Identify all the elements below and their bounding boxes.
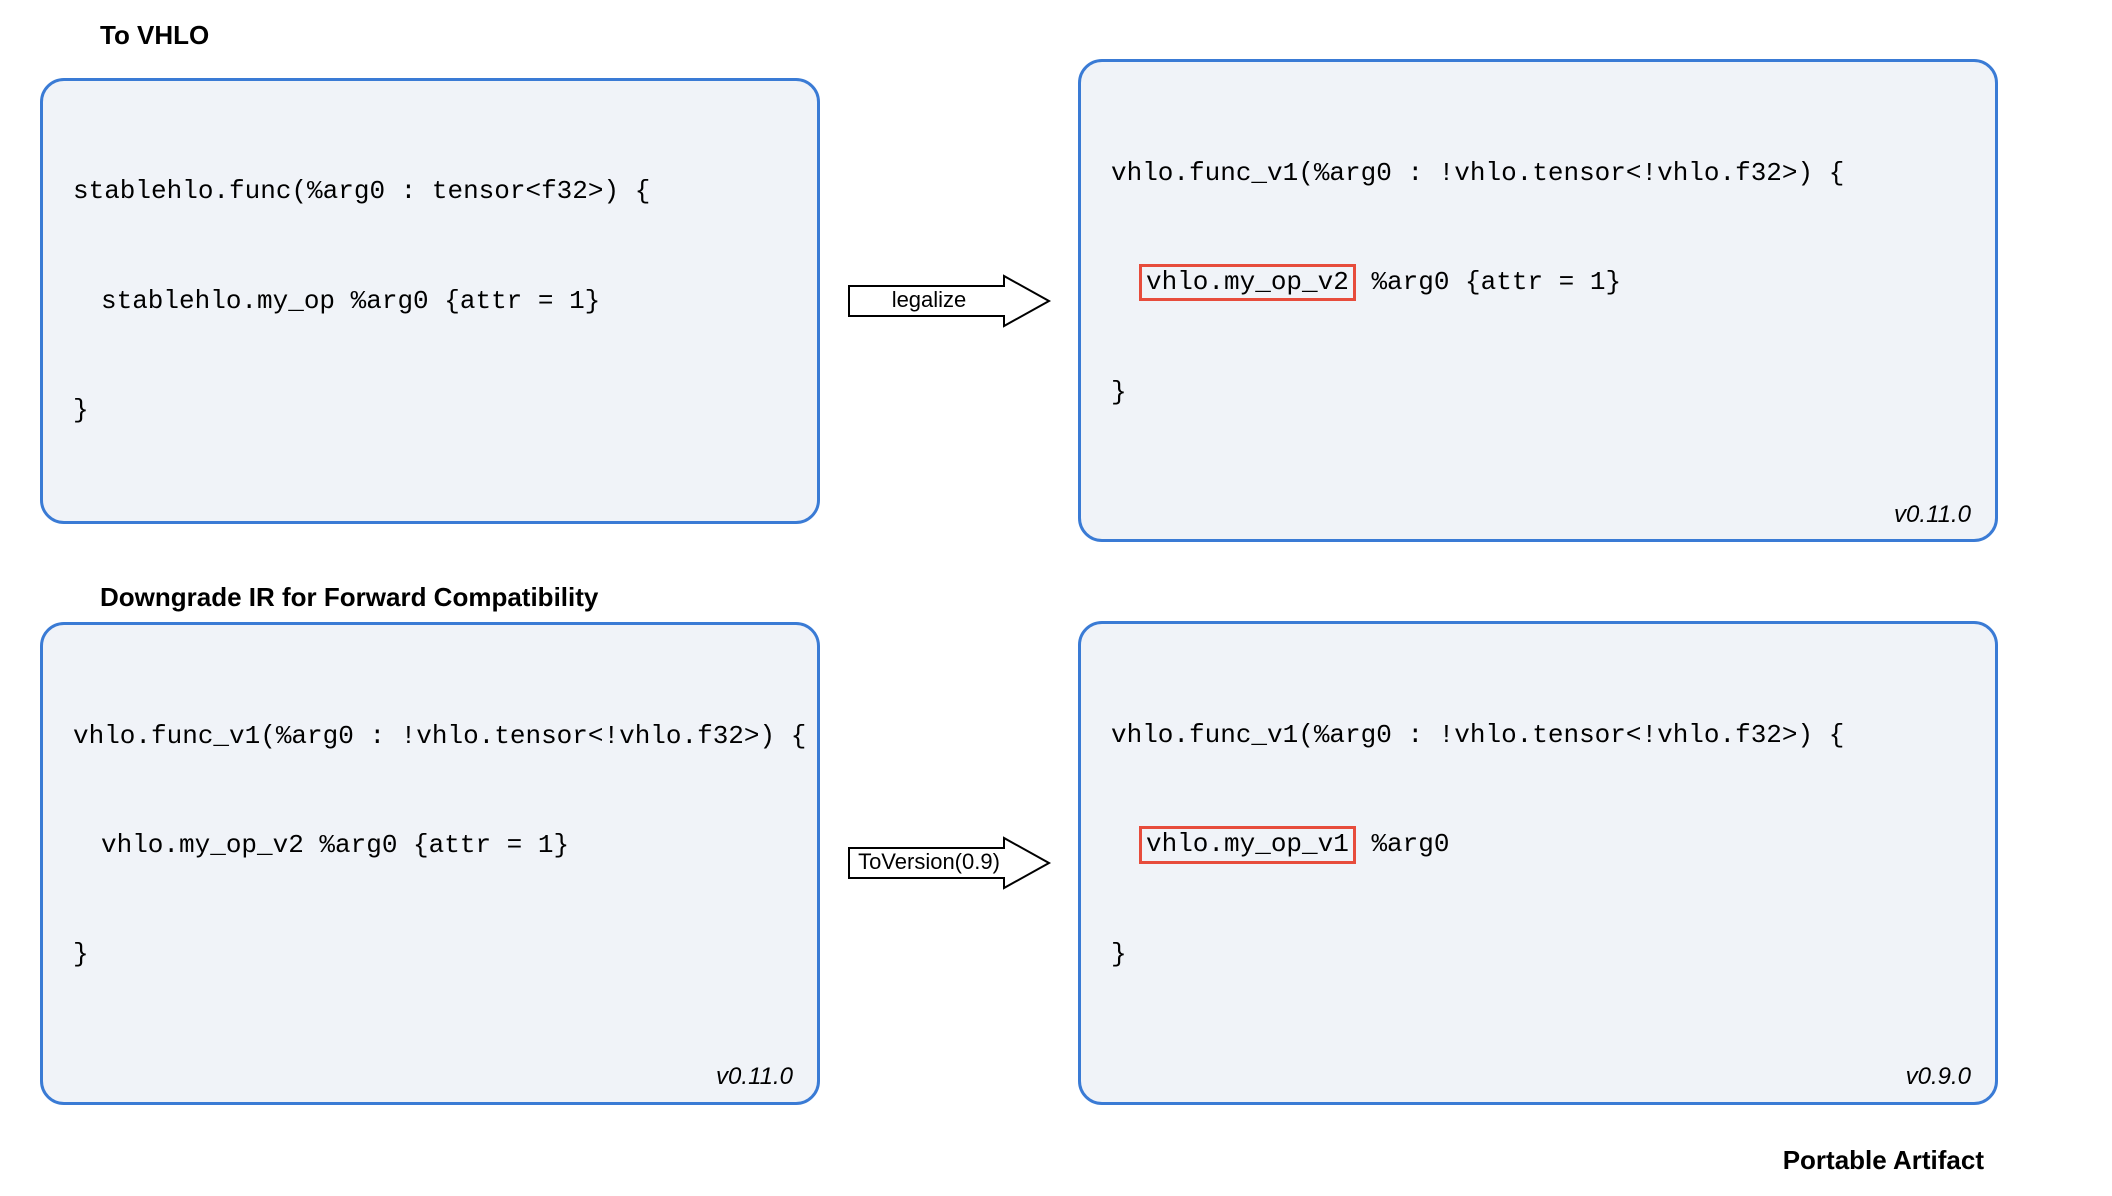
- code-box-left-1: stablehlo.func(%arg0 : tensor<f32>) { st…: [40, 78, 820, 524]
- section-title-1: To VHLO: [100, 20, 2072, 51]
- arrow-toversion: ToVersion(0.9): [844, 833, 1054, 893]
- code-line: vhlo.my_op_v2 %arg0 {attr = 1}: [73, 827, 787, 863]
- version-tag-1: v0.11.0: [1894, 498, 1971, 532]
- arrow-label-2: ToVersion(0.9): [858, 849, 1000, 874]
- code-line: }: [1111, 374, 1965, 410]
- version-tag-2: v0.11.0: [716, 1060, 793, 1094]
- code-line: vhlo.my_op_v1 %arg0: [1111, 826, 1965, 863]
- arrow-label-1: legalize: [892, 287, 967, 312]
- code-line: stablehlo.my_op %arg0 {attr = 1}: [73, 283, 787, 319]
- section-downgrade: Downgrade IR for Forward Compatibility v…: [40, 582, 2072, 1104]
- code-after-highlight: %arg0: [1356, 829, 1450, 859]
- arrow-icon: ToVersion(0.9): [844, 833, 1054, 893]
- code-line: vhlo.func_v1(%arg0 : !vhlo.tensor<!vhlo.…: [73, 718, 787, 754]
- footer-portable-artifact: Portable Artifact: [40, 1145, 1984, 1176]
- arrow-legalize: legalize: [844, 271, 1054, 331]
- code-line: stablehlo.func(%arg0 : tensor<f32>) {: [73, 173, 787, 209]
- section-to-vhlo: To VHLO stablehlo.func(%arg0 : tensor<f3…: [40, 20, 2072, 542]
- row-1: stablehlo.func(%arg0 : tensor<f32>) { st…: [40, 59, 2072, 542]
- row-2: vhlo.func_v1(%arg0 : !vhlo.tensor<!vhlo.…: [40, 621, 2072, 1104]
- code-line: }: [73, 936, 787, 972]
- section-title-2: Downgrade IR for Forward Compatibility: [100, 582, 2072, 613]
- arrow-icon: legalize: [844, 271, 1054, 331]
- code-box-left-2: vhlo.func_v1(%arg0 : !vhlo.tensor<!vhlo.…: [40, 622, 820, 1105]
- code-line: }: [1111, 936, 1965, 972]
- code-box-right-1: vhlo.func_v1(%arg0 : !vhlo.tensor<!vhlo.…: [1078, 59, 1998, 542]
- highlight-op-1: vhlo.my_op_v2: [1139, 264, 1356, 301]
- code-line: vhlo.my_op_v2 %arg0 {attr = 1}: [1111, 264, 1965, 301]
- code-line: vhlo.func_v1(%arg0 : !vhlo.tensor<!vhlo.…: [1111, 717, 1965, 753]
- code-after-highlight: %arg0 {attr = 1}: [1356, 267, 1621, 297]
- code-box-right-2: vhlo.func_v1(%arg0 : !vhlo.tensor<!vhlo.…: [1078, 621, 1998, 1104]
- version-tag-3: v0.9.0: [1906, 1060, 1971, 1094]
- code-line: vhlo.func_v1(%arg0 : !vhlo.tensor<!vhlo.…: [1111, 155, 1965, 191]
- code-line: }: [73, 392, 787, 428]
- highlight-op-2: vhlo.my_op_v1: [1139, 826, 1356, 863]
